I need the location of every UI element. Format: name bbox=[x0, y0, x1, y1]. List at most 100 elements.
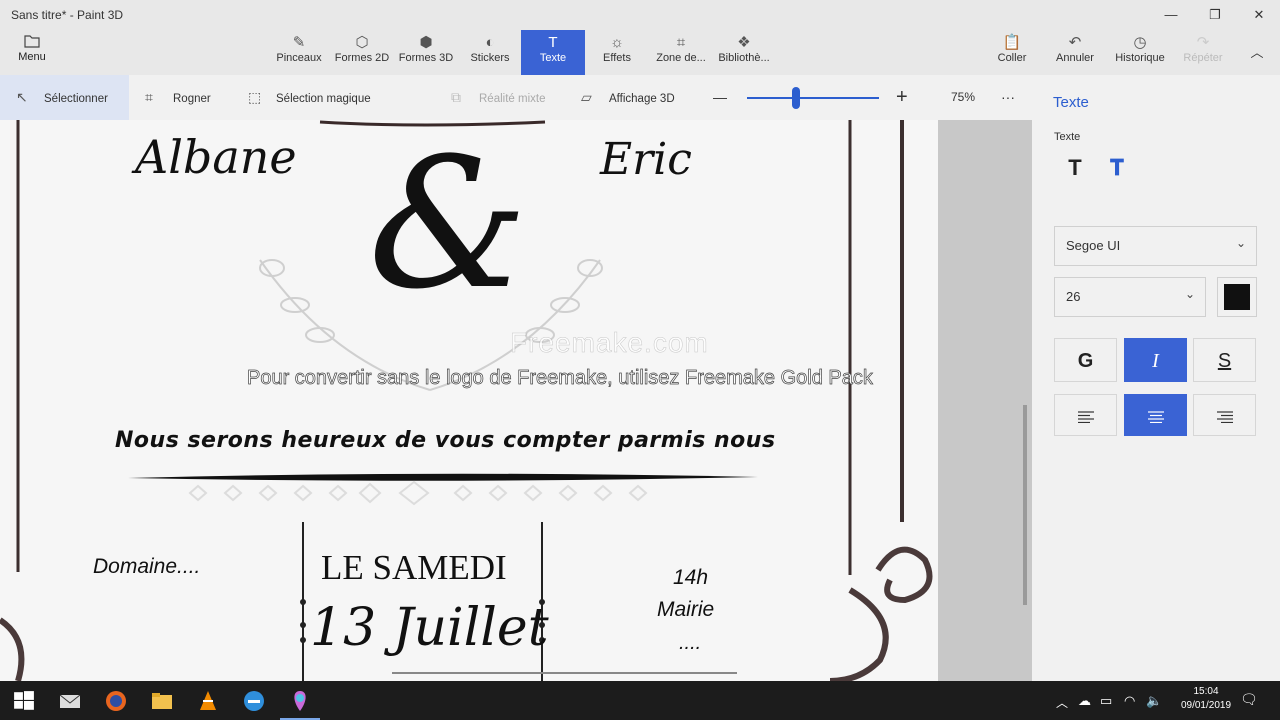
file-explorer-icon[interactable] bbox=[151, 690, 173, 712]
align-right-button[interactable] bbox=[1193, 394, 1256, 436]
undo-button[interactable]: ↶ Annuler bbox=[1045, 30, 1105, 75]
tool-effects[interactable]: ☼ Effets bbox=[586, 30, 648, 75]
align-center-icon bbox=[1147, 411, 1164, 423]
taskbar: ︿ ☁ ▭ ◠ 🔈 15:04 09/01/2019 🗨 bbox=[0, 681, 1280, 720]
date-text[interactable]: 13 Juillet bbox=[310, 598, 549, 658]
ampersand[interactable]: & bbox=[368, 120, 528, 340]
view-3d-button[interactable]: ▱ Affichage 3D bbox=[581, 75, 675, 120]
wifi-icon[interactable]: ◠ bbox=[1124, 693, 1135, 720]
clock-date: 09/01/2019 bbox=[1180, 700, 1232, 711]
mixed-reality-label: Réalité mixte bbox=[479, 93, 546, 105]
tool-shapes-3d[interactable]: ⬢ Formes 3D bbox=[395, 30, 457, 75]
magic-select-button[interactable]: ⬚ Sélection magique bbox=[248, 75, 371, 120]
text-color-picker[interactable] bbox=[1217, 277, 1257, 317]
zoom-level[interactable]: 75% bbox=[951, 75, 975, 120]
view-3d-icon: ▱ bbox=[581, 89, 592, 105]
edge-icon[interactable] bbox=[243, 690, 265, 712]
menu-button[interactable]: Menu bbox=[12, 34, 52, 63]
day-text[interactable]: LE SAMEDI bbox=[321, 548, 507, 588]
brush-icon: ✎ bbox=[292, 34, 306, 51]
firefox-icon[interactable] bbox=[105, 690, 127, 712]
tool-label: Formes 2D bbox=[334, 52, 390, 64]
zoom-slider-thumb[interactable] bbox=[792, 87, 800, 109]
collapse-ribbon-chevron-up-icon[interactable]: ︿ bbox=[1246, 42, 1268, 64]
panel-title: Texte bbox=[1053, 94, 1089, 111]
more-options-button[interactable]: ··· bbox=[1001, 75, 1015, 120]
tray-chevron-up-icon[interactable]: ︿ bbox=[1056, 694, 1068, 720]
text-3d-button[interactable]: 𝐓 bbox=[1102, 155, 1132, 181]
tagline[interactable]: Nous serons heureux de vous compter parm… bbox=[115, 428, 776, 453]
tool-label: Formes 3D bbox=[398, 52, 454, 64]
tool-label: Pinceaux bbox=[276, 52, 322, 64]
redo-button[interactable]: ↷ Répéter bbox=[1173, 30, 1233, 75]
library-icon: ❖ bbox=[737, 34, 751, 51]
select-label: Sélectionner bbox=[44, 93, 108, 105]
tool-label: Zone de... bbox=[656, 52, 706, 64]
battery-icon[interactable]: ▭ bbox=[1100, 693, 1112, 720]
text-icon: T bbox=[548, 34, 558, 51]
clock[interactable]: 15:04 09/01/2019 bbox=[1178, 686, 1234, 720]
italic-button[interactable]: I bbox=[1124, 338, 1187, 382]
strikethrough-button[interactable]: S bbox=[1193, 338, 1256, 382]
history-button[interactable]: ◷ Historique bbox=[1110, 30, 1170, 75]
align-left-button[interactable] bbox=[1054, 394, 1117, 436]
chevron-down-icon: ⌄ bbox=[1184, 287, 1195, 301]
vlc-icon[interactable] bbox=[197, 690, 219, 712]
mail-icon[interactable] bbox=[59, 690, 81, 712]
text-panel: Texte Texte T 𝐓 Segoe UI ⌄ 26 ⌄ G I S bbox=[1032, 75, 1280, 681]
view-3d-label: Affichage 3D bbox=[609, 93, 675, 105]
shapes-2d-icon: ⬡ bbox=[355, 34, 369, 51]
ribbon: Menu ✎ Pinceaux ⬡ Formes 2D ⬢ Formes 3D ◐ St… bbox=[0, 30, 1280, 75]
zoom-out-button[interactable]: — bbox=[713, 75, 727, 120]
tool-canvas[interactable]: ⌗ Zone de... bbox=[650, 30, 712, 75]
watermark-logo: Freemake.com bbox=[510, 327, 709, 359]
zoom-in-button[interactable]: + bbox=[896, 75, 908, 120]
tool-brushes[interactable]: ✎ Pinceaux bbox=[268, 30, 330, 75]
dots-text[interactable]: .... bbox=[679, 632, 701, 655]
tool-label: Stickers bbox=[470, 52, 510, 64]
volume-icon[interactable]: 🔈 bbox=[1146, 693, 1162, 720]
crop-label: Rogner bbox=[173, 93, 211, 105]
folder-icon bbox=[24, 35, 40, 48]
font-size-dropdown[interactable]: 26 ⌄ bbox=[1054, 277, 1206, 317]
tray-network-alert-icon[interactable]: ☁ bbox=[1078, 693, 1091, 720]
text-2d-button[interactable]: T bbox=[1060, 155, 1090, 181]
window-title: Sans titre* - Paint 3D bbox=[11, 8, 124, 22]
vertical-scrollbar[interactable] bbox=[1023, 405, 1027, 605]
paste-label: Coller bbox=[997, 52, 1027, 64]
tool-text[interactable]: T Texte bbox=[521, 30, 585, 75]
paste-button[interactable]: 📋 Coller bbox=[982, 30, 1042, 75]
place-text[interactable]: Mairie bbox=[657, 598, 714, 622]
minimize-button[interactable]: — bbox=[1160, 4, 1182, 26]
tool-stickers[interactable]: ◐ Stickers bbox=[459, 30, 521, 75]
title-bar: Sans titre* - Paint 3D — ❐ ✕ bbox=[0, 0, 1280, 30]
undo-label: Annuler bbox=[1056, 52, 1094, 64]
name-left[interactable]: Albane bbox=[135, 130, 297, 184]
history-icon: ◷ bbox=[1133, 34, 1147, 51]
close-button[interactable]: ✕ bbox=[1248, 4, 1270, 26]
mixed-reality-button[interactable]: ⧉ Réalité mixte bbox=[451, 75, 545, 120]
align-center-button[interactable] bbox=[1124, 394, 1187, 436]
bold-button[interactable]: G bbox=[1054, 338, 1117, 382]
crop-button[interactable]: ⌗ Rogner bbox=[145, 75, 211, 120]
tool-label: Effets bbox=[603, 52, 631, 64]
maximize-button[interactable]: ❐ bbox=[1204, 4, 1226, 26]
windows-start-icon[interactable] bbox=[13, 690, 35, 712]
tool-shapes-2d[interactable]: ⬡ Formes 2D bbox=[331, 30, 393, 75]
font-family-dropdown[interactable]: Segoe UI ⌄ bbox=[1054, 226, 1257, 266]
paper[interactable]: Albane & Eric Nous serons heureux de vou… bbox=[0, 120, 938, 681]
cube-icon: ⬢ bbox=[419, 34, 433, 51]
canvas-area[interactable]: Albane & Eric Nous serons heureux de vou… bbox=[0, 120, 1032, 681]
notifications-icon[interactable]: 🗨 bbox=[1240, 691, 1258, 720]
select-button[interactable]: ↖ Sélectionner bbox=[0, 75, 129, 120]
time-text[interactable]: 14h bbox=[673, 566, 708, 590]
undo-icon: ↶ bbox=[1068, 34, 1082, 51]
tool-library[interactable]: ❖ Bibliothè... bbox=[713, 30, 775, 75]
canvas-icon: ⌗ bbox=[676, 34, 686, 51]
name-right[interactable]: Eric bbox=[600, 134, 692, 185]
zoom-slider-track[interactable] bbox=[747, 97, 879, 99]
venue-text[interactable]: Domaine.... bbox=[93, 555, 200, 579]
menu-label: Menu bbox=[18, 51, 46, 63]
font-size-value: 26 bbox=[1066, 289, 1081, 304]
paint-3d-icon[interactable] bbox=[289, 690, 311, 712]
